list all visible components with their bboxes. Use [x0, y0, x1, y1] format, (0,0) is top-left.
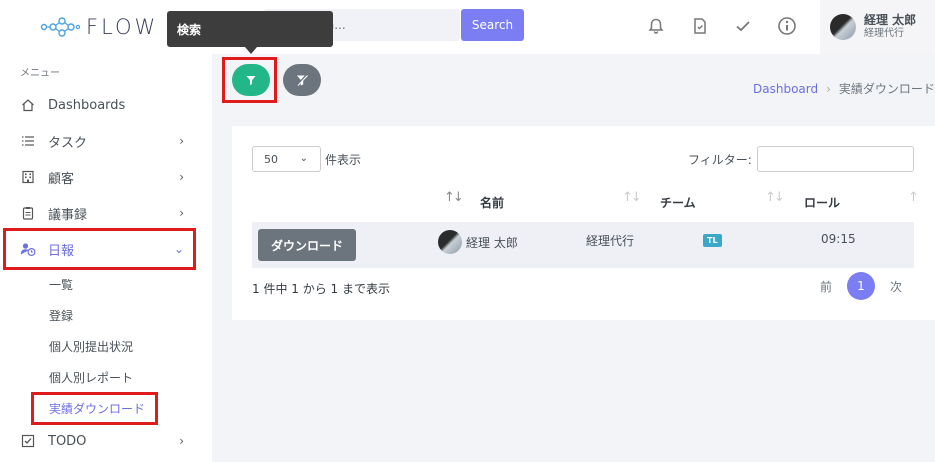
user-name: 経理 太郎: [864, 13, 917, 28]
info-button[interactable]: [776, 15, 798, 37]
sort-icon[interactable]: ↑↓: [765, 190, 785, 205]
bell-icon: [648, 18, 664, 34]
sidebar-item-label: TODO: [48, 433, 87, 449]
table-info: 1 件中 1 から 1 まで表示: [252, 282, 390, 296]
chevron-right-icon: ›: [179, 206, 184, 220]
sidebar-item-tasks[interactable]: タスク ›: [0, 127, 212, 155]
logo-text: FLOW: [86, 15, 159, 39]
sidebar: FLOW メニュー Dashboards タスク › 顧客 › 議事録 › 日報: [0, 0, 212, 462]
sort-icon[interactable]: ↑: [908, 190, 919, 205]
list-icon: [20, 133, 36, 149]
info-icon: [778, 17, 796, 35]
column-header-team[interactable]: チーム: [660, 194, 696, 211]
notification-button[interactable]: [645, 15, 667, 37]
page-length-select[interactable]: 50 ⌄: [252, 146, 321, 172]
tooltip-text: 検索: [177, 23, 202, 37]
user-clock-icon: [20, 241, 36, 257]
member-name: 経理 太郎: [466, 235, 518, 250]
sidebar-item-label: タスク: [48, 135, 88, 151]
sidebar-subitem-submission-status[interactable]: 個人別提出状況: [49, 338, 133, 355]
sort-icon[interactable]: ↑↓: [622, 190, 642, 205]
sort-icon[interactable]: ↑↓: [444, 190, 464, 205]
chevron-right-icon: ›: [179, 170, 184, 184]
sidebar-subitem-results-download[interactable]: 実績ダウンロード: [49, 400, 145, 417]
sidebar-item-daily-report[interactable]: 日報 ⌄: [0, 235, 212, 263]
clipboard-icon: [20, 205, 36, 221]
download-button[interactable]: ダウンロード: [258, 229, 356, 261]
table-row: ダウンロード 経理 太郎 経理代行 TL 09:15: [252, 222, 914, 268]
pagination-prev[interactable]: 前: [820, 278, 832, 295]
search-button[interactable]: Search: [461, 9, 524, 41]
pagination-next[interactable]: 次: [890, 278, 902, 295]
sidebar-subitem-list[interactable]: 一覧: [49, 276, 73, 293]
search-tooltip: 検索: [167, 11, 333, 54]
building-icon: [20, 169, 36, 185]
document-icon: [694, 18, 706, 34]
sidebar-subitem-register[interactable]: 登録: [49, 307, 73, 324]
avatar: [830, 14, 856, 40]
chevron-right-icon: ›: [179, 434, 184, 448]
check-button[interactable]: [732, 15, 754, 37]
document-button[interactable]: [689, 15, 711, 37]
sidebar-item-todo[interactable]: TODO ›: [0, 427, 212, 455]
sidebar-item-label: 顧客: [48, 171, 75, 187]
filter-clear-icon: [296, 73, 308, 87]
sidebar-subitem-personal-report[interactable]: 個人別レポート: [49, 369, 133, 386]
time-cell: 09:15: [821, 232, 856, 246]
sidebar-item-label: Dashboards: [48, 97, 126, 113]
chevron-down-icon: ⌄: [299, 153, 308, 164]
sidebar-item-label: 議事録: [48, 207, 88, 223]
menu-section-title: メニュー: [20, 68, 60, 79]
check-icon: [736, 21, 750, 32]
pagination-current-page[interactable]: 1: [847, 272, 875, 300]
team-cell: 経理代行: [586, 234, 635, 248]
sidebar-item-minutes[interactable]: 議事録 ›: [0, 199, 212, 227]
breadcrumb-separator-icon: ›: [826, 82, 831, 96]
logo[interactable]: FLOW: [40, 12, 158, 42]
breadcrumb: Dashboard › 実績ダウンロード: [753, 80, 935, 97]
page-length-label: 件表示: [325, 153, 362, 167]
filter-button[interactable]: [232, 64, 270, 96]
clear-filter-button[interactable]: [283, 64, 321, 96]
column-header-name[interactable]: 名前: [480, 194, 504, 211]
sidebar-item-customers[interactable]: 顧客 ›: [0, 163, 212, 191]
column-header-role[interactable]: ロール: [804, 194, 840, 211]
chevron-right-icon: ›: [179, 134, 184, 148]
filter-input[interactable]: [757, 146, 914, 172]
filter-icon: [246, 76, 256, 85]
user-menu[interactable]: 経理 太郎 経理代行: [820, 0, 935, 54]
checkbox-icon: [20, 433, 36, 449]
chevron-down-icon: ⌄: [173, 242, 184, 256]
page-length-value: 50: [264, 152, 278, 166]
logo-icon: [40, 17, 80, 37]
user-role: 経理代行: [864, 28, 904, 40]
home-icon: [20, 97, 36, 113]
name-cell: 経理 太郎: [438, 230, 518, 254]
download-card: 50 ⌄ 件表示 フィルター: ↑↓ 名前 ↑↓ チーム ↑↓ ロール ↑ ダウ…: [232, 126, 935, 320]
role-badge: TL: [703, 234, 722, 247]
sidebar-item-label: 日報: [48, 243, 75, 259]
breadcrumb-current: 実績ダウンロード: [838, 82, 935, 96]
filter-label: フィルター:: [688, 153, 752, 167]
sidebar-item-dashboards[interactable]: Dashboards: [0, 91, 212, 119]
tooltip-arrow: [245, 47, 257, 54]
avatar: [438, 230, 462, 254]
breadcrumb-home-link[interactable]: Dashboard: [753, 82, 818, 96]
